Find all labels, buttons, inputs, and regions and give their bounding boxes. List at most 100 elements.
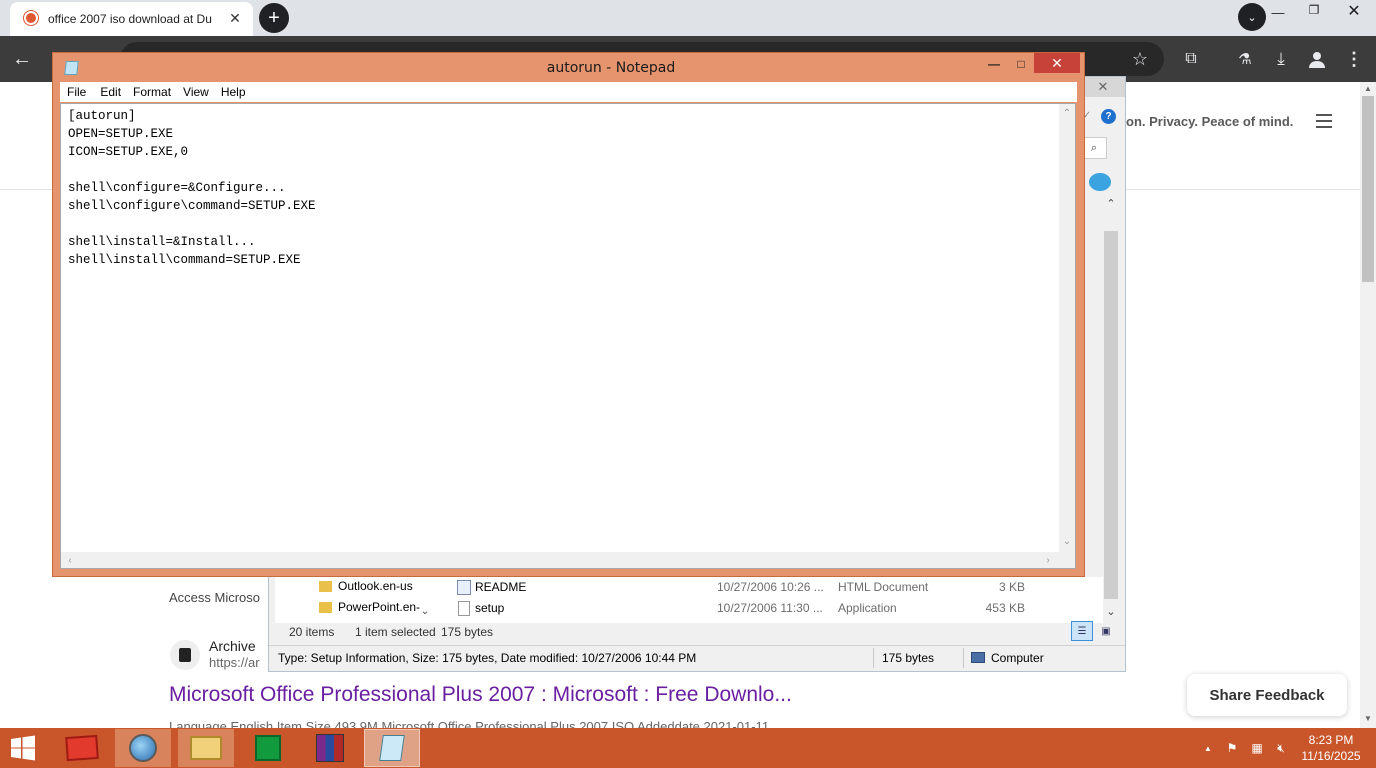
folder-icon	[319, 580, 332, 592]
explorer-scrollbar[interactable]: ⌃ ⌄	[1103, 195, 1119, 621]
share-feedback-button[interactable]: Share Feedback	[1187, 674, 1347, 716]
explorer-scroll-thumb[interactable]	[1104, 231, 1118, 599]
tab-title: office 2007 iso download at Du	[48, 12, 212, 26]
folder-icon	[319, 601, 332, 613]
archive-site-icon	[170, 640, 200, 670]
menu-file[interactable]: File	[67, 85, 86, 99]
labs-flask-icon[interactable]: ⚗	[1233, 47, 1257, 71]
globe-browser-icon	[129, 734, 157, 762]
explorer-selected-size: 175 bytes	[441, 625, 494, 639]
file-size: 3 KB	[998, 580, 1025, 594]
notepad-horizontal-scrollbar[interactable]: ‹ ›	[61, 552, 1059, 568]
new-tab-button[interactable]: +	[259, 3, 289, 33]
status-size: 175 bytes	[882, 651, 935, 665]
tree-scroll-down-icon[interactable]: ⌄	[419, 605, 431, 617]
notepad-vertical-scrollbar[interactable]: ⌃ ⌄	[1059, 104, 1075, 552]
status-divider	[963, 648, 964, 668]
notepad-content[interactable]: [autorun] OPEN=SETUP.EXE ICON=SETUP.EXE,…	[68, 107, 316, 269]
access-text: Access Microso	[169, 590, 261, 605]
status-location: Computer	[991, 651, 1044, 665]
tab-search-button[interactable]: ⌄	[1238, 3, 1266, 31]
file-row[interactable]: setup 10/27/2006 11:30 ... Application 4…	[455, 600, 1095, 618]
folder-tree-item[interactable]: Outlook.en-us	[319, 577, 429, 595]
result-title-link[interactable]: Microsoft Office Professional Plus 2007 …	[169, 683, 792, 707]
details-view-icon[interactable]: ☰	[1071, 621, 1093, 641]
computer-icon	[971, 652, 985, 663]
application-file-icon	[458, 601, 470, 616]
file-size: 453 KB	[985, 601, 1025, 615]
notepad-scroll-right-icon[interactable]: ›	[1041, 552, 1055, 568]
taskbar-date[interactable]: 11/16/2025	[1300, 749, 1362, 763]
file-type: HTML Document	[838, 580, 929, 594]
taskbar-app-store[interactable]	[240, 729, 296, 767]
notepad-scroll-down-icon[interactable]: ⌄	[1059, 534, 1075, 548]
duckduckgo-favicon-icon	[24, 11, 38, 25]
file-name: setup	[475, 601, 505, 615]
show-hidden-icons-icon[interactable]: ▲	[1202, 740, 1214, 756]
explorer-scroll-down-icon[interactable]: ⌄	[1103, 603, 1119, 619]
taskbar-time[interactable]: 8:23 PM	[1300, 733, 1362, 747]
start-button[interactable]	[0, 729, 46, 767]
taskbar-app-installer[interactable]	[302, 729, 358, 767]
explorer-scroll-up-icon[interactable]: ⌃	[1103, 195, 1119, 211]
network-icon[interactable]: ▦	[1249, 740, 1265, 756]
windows-logo-icon	[11, 735, 35, 761]
large-icons-view-icon[interactable]: ▣	[1096, 621, 1116, 641]
notepad-scroll-up-icon[interactable]: ⌃	[1059, 106, 1075, 120]
file-type: Application	[838, 601, 897, 615]
menu-help[interactable]: Help	[221, 85, 246, 99]
page-scrollbar[interactable]: ▲ ▼	[1360, 82, 1376, 728]
chrome-menu-icon[interactable]: ⋮	[1342, 47, 1366, 71]
red-box-app-icon	[65, 734, 99, 762]
file-row[interactable]: README 10/27/2006 10:26 ... HTML Documen…	[455, 579, 1095, 597]
folder-tree-item[interactable]: PowerPoint.en-	[319, 598, 429, 616]
hamburger-menu-icon[interactable]	[1316, 114, 1332, 128]
notepad-text-area[interactable]: [autorun] OPEN=SETUP.EXE ICON=SETUP.EXE,…	[60, 103, 1076, 569]
menu-view[interactable]: View	[183, 85, 209, 99]
menu-format[interactable]: Format	[133, 85, 171, 99]
close-window-icon[interactable]: ✕	[1339, 0, 1369, 22]
explorer-status-bar: Type: Setup Information, Size: 175 bytes…	[269, 645, 1125, 670]
tab-close-icon[interactable]: ✕	[226, 9, 244, 27]
extensions-puzzle-icon[interactable]: ⧉	[1179, 47, 1203, 71]
notepad-menu-bar: File Edit Format View Help	[60, 82, 1077, 102]
file-date: 10/27/2006 11:30 ...	[717, 601, 823, 615]
archive-site-url[interactable]: https://ar	[209, 655, 269, 670]
scroll-down-icon[interactable]: ▼	[1362, 712, 1374, 724]
notepad-minimize-icon[interactable]: —	[982, 55, 1006, 73]
taskbar-app-archive[interactable]	[54, 729, 110, 767]
notepad-close-icon[interactable]: ✕	[1034, 53, 1080, 73]
html-document-icon	[457, 580, 471, 595]
winrar-books-icon	[316, 734, 344, 762]
notepad-maximize-icon[interactable]: □	[1009, 55, 1033, 73]
file-name: README	[475, 580, 527, 594]
explorer-preview-bubble-icon	[1089, 173, 1111, 191]
action-center-flag-icon[interactable]: ⚑	[1224, 740, 1240, 756]
menu-edit[interactable]: Edit	[100, 85, 121, 99]
restore-window-icon[interactable]: ❐	[1300, 0, 1328, 20]
download-icon[interactable]: ⤓	[1269, 47, 1293, 71]
notepad-resize-grip[interactable]	[1059, 552, 1075, 568]
explorer-item-count: 20 items	[289, 625, 335, 639]
browser-tab[interactable]: office 2007 iso download at Du ✕	[10, 2, 253, 36]
back-arrow-icon[interactable]: ←	[10, 47, 34, 71]
explorer-help-icon[interactable]: ?	[1101, 109, 1116, 124]
notepad-scroll-left-icon[interactable]: ‹	[63, 552, 77, 568]
profile-avatar-icon[interactable]	[1305, 47, 1329, 71]
page-scrollbar-thumb[interactable]	[1362, 96, 1374, 282]
explorer-selected-count: 1 item selected	[355, 625, 436, 639]
folder-name: Outlook.en-us	[338, 579, 413, 593]
taskbar-app-file-explorer[interactable]	[178, 729, 234, 767]
folder-app-icon	[190, 736, 222, 760]
archive-site-name: Archive	[209, 638, 256, 654]
page-tagline: on. Privacy. Peace of mind.	[1126, 114, 1294, 129]
minimize-window-icon[interactable]: —	[1263, 2, 1293, 22]
notepad-taskbar-icon	[379, 735, 405, 761]
taskbar-app-browser[interactable]	[115, 729, 171, 767]
scroll-up-icon[interactable]: ▲	[1362, 82, 1374, 94]
volume-muted-icon[interactable]: 🔇︎	[1273, 740, 1289, 756]
folder-name: PowerPoint.en-	[338, 600, 421, 614]
file-date: 10/27/2006 10:26 ...	[717, 580, 824, 594]
taskbar-app-notepad[interactable]	[364, 729, 420, 767]
explorer-close-icon[interactable]: ✕	[1081, 77, 1125, 97]
